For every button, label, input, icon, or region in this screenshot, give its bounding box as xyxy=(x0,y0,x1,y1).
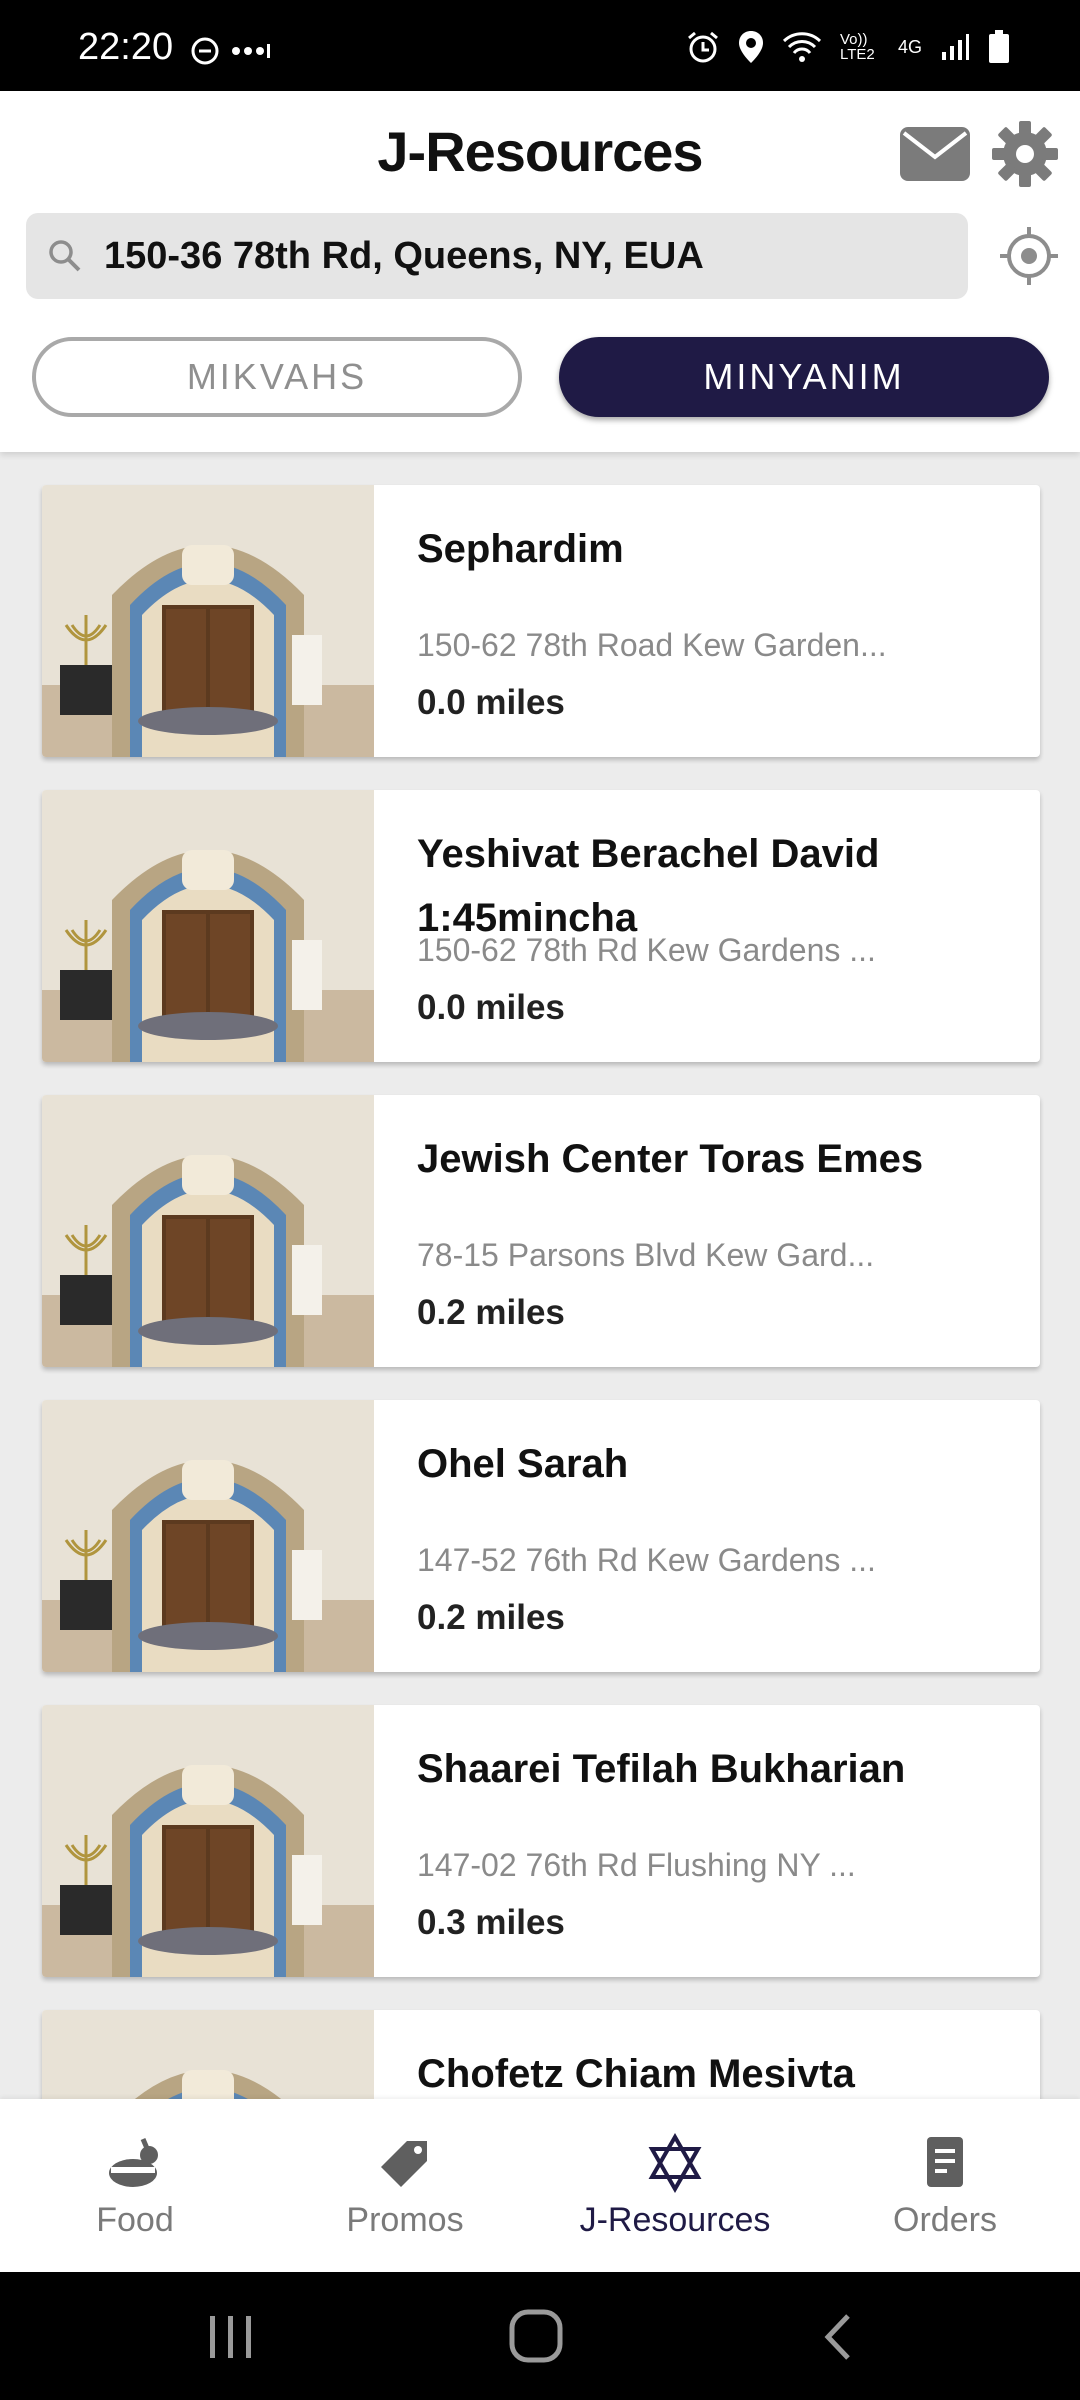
listing-distance: 0.0 miles xyxy=(417,988,565,1027)
nav-item-food[interactable]: Food xyxy=(0,2099,270,2272)
minyanim-list[interactable]: Sephardim 150-62 78th Road Kew Garden...… xyxy=(0,452,1080,2099)
listing-card[interactable]: Yeshivat Berachel David 1:45mincha 150-6… xyxy=(42,790,1040,1062)
nav-item-orders[interactable]: Orders xyxy=(810,2099,1080,2272)
nav-label-food: Food xyxy=(96,2201,174,2239)
synagogue-thumbnail xyxy=(42,1705,374,1977)
synagogue-thumbnail xyxy=(42,2010,374,2099)
mail-button[interactable] xyxy=(900,127,970,181)
settings-gear-icon[interactable] xyxy=(990,119,1060,189)
listing-address: 147-52 76th Rd Kew Gardens ... xyxy=(417,1542,876,1578)
carrier-label: Vo)) LTE2 xyxy=(839,31,875,63)
nav-label-j-resources: J-Resources xyxy=(579,2201,771,2239)
listing-distance: 0.0 miles xyxy=(417,683,565,722)
synagogue-thumbnail xyxy=(42,485,374,757)
network-label: 4G xyxy=(897,36,922,57)
listing-card[interactable]: Sephardim 150-62 78th Road Kew Garden...… xyxy=(42,485,1040,757)
home-icon[interactable] xyxy=(508,2308,564,2364)
listing-distance: 0.2 miles xyxy=(417,1293,565,1332)
receipt-icon xyxy=(927,2137,963,2187)
listing-distance: 0.3 miles xyxy=(417,1903,565,1942)
nav-label-orders: Orders xyxy=(893,2201,997,2239)
address-search-input[interactable] xyxy=(104,213,954,299)
listing-address: 147-02 76th Rd Flushing NY ... xyxy=(417,1847,856,1883)
listing-card[interactable]: Chofetz Chiam Mesivta xyxy=(42,2010,1040,2099)
nav-item-promos[interactable]: Promos xyxy=(270,2099,540,2272)
listing-name: Shaarei Tefilah Bukharian xyxy=(417,1747,906,1791)
listing-card[interactable]: Ohel Sarah 147-52 76th Rd Kew Gardens ..… xyxy=(42,1400,1040,1672)
status-time: 22:20 xyxy=(78,26,174,68)
listing-address: 150-62 78th Rd Kew Gardens ... xyxy=(417,932,876,968)
listing-address: 150-62 78th Road Kew Garden... xyxy=(417,627,887,663)
synagogue-thumbnail xyxy=(42,1400,374,1672)
bottom-navigation: Food Promos J-Resources Orders xyxy=(0,2099,1080,2272)
star-of-david-icon xyxy=(648,2133,702,2193)
tab-mikvahs[interactable]: MIKVAHS xyxy=(32,337,522,417)
current-location-icon[interactable] xyxy=(998,225,1060,287)
listing-name: Chofetz Chiam Mesivta xyxy=(417,2052,855,2096)
listing-distance: 0.2 miles xyxy=(417,1598,565,1637)
listing-name: Yeshivat Berachel David 1:45mincha xyxy=(417,832,880,940)
wifi-icon xyxy=(782,32,822,62)
recent-apps-icon[interactable] xyxy=(206,2312,256,2362)
do-not-disturb-icon xyxy=(191,37,219,65)
food-icon xyxy=(109,2138,158,2187)
back-icon[interactable] xyxy=(818,2312,858,2362)
listing-card[interactable]: Shaarei Tefilah Bukharian 147-02 76th Rd… xyxy=(42,1705,1040,1977)
search-icon xyxy=(49,240,81,272)
app-header: J-Resources MIKVAHS MINYANIM xyxy=(0,91,1080,452)
synagogue-thumbnail xyxy=(42,1095,374,1367)
alarm-icon xyxy=(688,31,718,63)
synagogue-thumbnail xyxy=(42,790,374,1062)
listing-name: Ohel Sarah xyxy=(417,1442,629,1486)
listing-name: Jewish Center Toras Emes xyxy=(417,1137,924,1181)
tag-icon xyxy=(381,2141,427,2187)
envelope-icon xyxy=(902,131,968,160)
listing-address: 78-15 Parsons Blvd Kew Gard... xyxy=(417,1237,875,1273)
more-notifications-icon xyxy=(232,44,270,58)
nav-item-j-resources[interactable]: J-Resources xyxy=(540,2099,810,2272)
tab-minyanim[interactable]: MINYANIM xyxy=(559,337,1049,417)
status-bar: 22:20 Vo)) LTE2 4G xyxy=(0,0,1080,91)
nav-label-promos: Promos xyxy=(346,2201,464,2239)
listing-name: Sephardim xyxy=(417,527,624,571)
system-navigation-bar xyxy=(0,2272,1080,2400)
address-search-bar[interactable] xyxy=(26,213,968,299)
location-icon xyxy=(738,31,763,63)
signal-icon xyxy=(942,34,969,60)
listing-card[interactable]: Jewish Center Toras Emes 78-15 Parsons B… xyxy=(42,1095,1040,1367)
battery-icon xyxy=(989,30,1009,63)
